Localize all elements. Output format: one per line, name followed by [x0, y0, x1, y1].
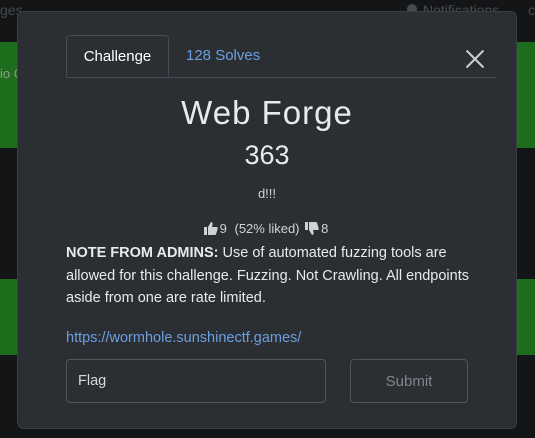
- admin-note: NOTE FROM ADMINS: Use of automated fuzzi…: [66, 242, 496, 310]
- liked-percentage: (52% liked): [234, 221, 300, 236]
- vote-bar: 9 (52% liked) 8: [18, 221, 516, 236]
- tab-challenge[interactable]: Challenge: [66, 35, 169, 77]
- challenge-description: d!!!: [257, 186, 277, 201]
- thumbs-up-icon[interactable]: [203, 222, 218, 235]
- flag-input[interactable]: [66, 359, 326, 403]
- tab-solves[interactable]: 128 Solves: [170, 35, 276, 76]
- close-icon[interactable]: [465, 49, 485, 69]
- challenge-title: Web Forge: [181, 94, 353, 131]
- submit-button[interactable]: Submit: [350, 359, 468, 403]
- challenge-points: 363: [244, 140, 290, 170]
- modal-tabs: Challenge 128 Solves: [66, 35, 496, 78]
- admin-note-prefix: NOTE FROM ADMINS:: [66, 245, 219, 261]
- likes-count: 9: [219, 221, 227, 236]
- thumbs-down-icon[interactable]: [305, 222, 319, 235]
- challenge-modal: Challenge 128 Solves Web Forge 363 d!!! …: [18, 12, 516, 428]
- dislikes-count: 8: [321, 221, 329, 236]
- challenge-url-link[interactable]: https://wormhole.sunshinectf.games/: [66, 330, 301, 346]
